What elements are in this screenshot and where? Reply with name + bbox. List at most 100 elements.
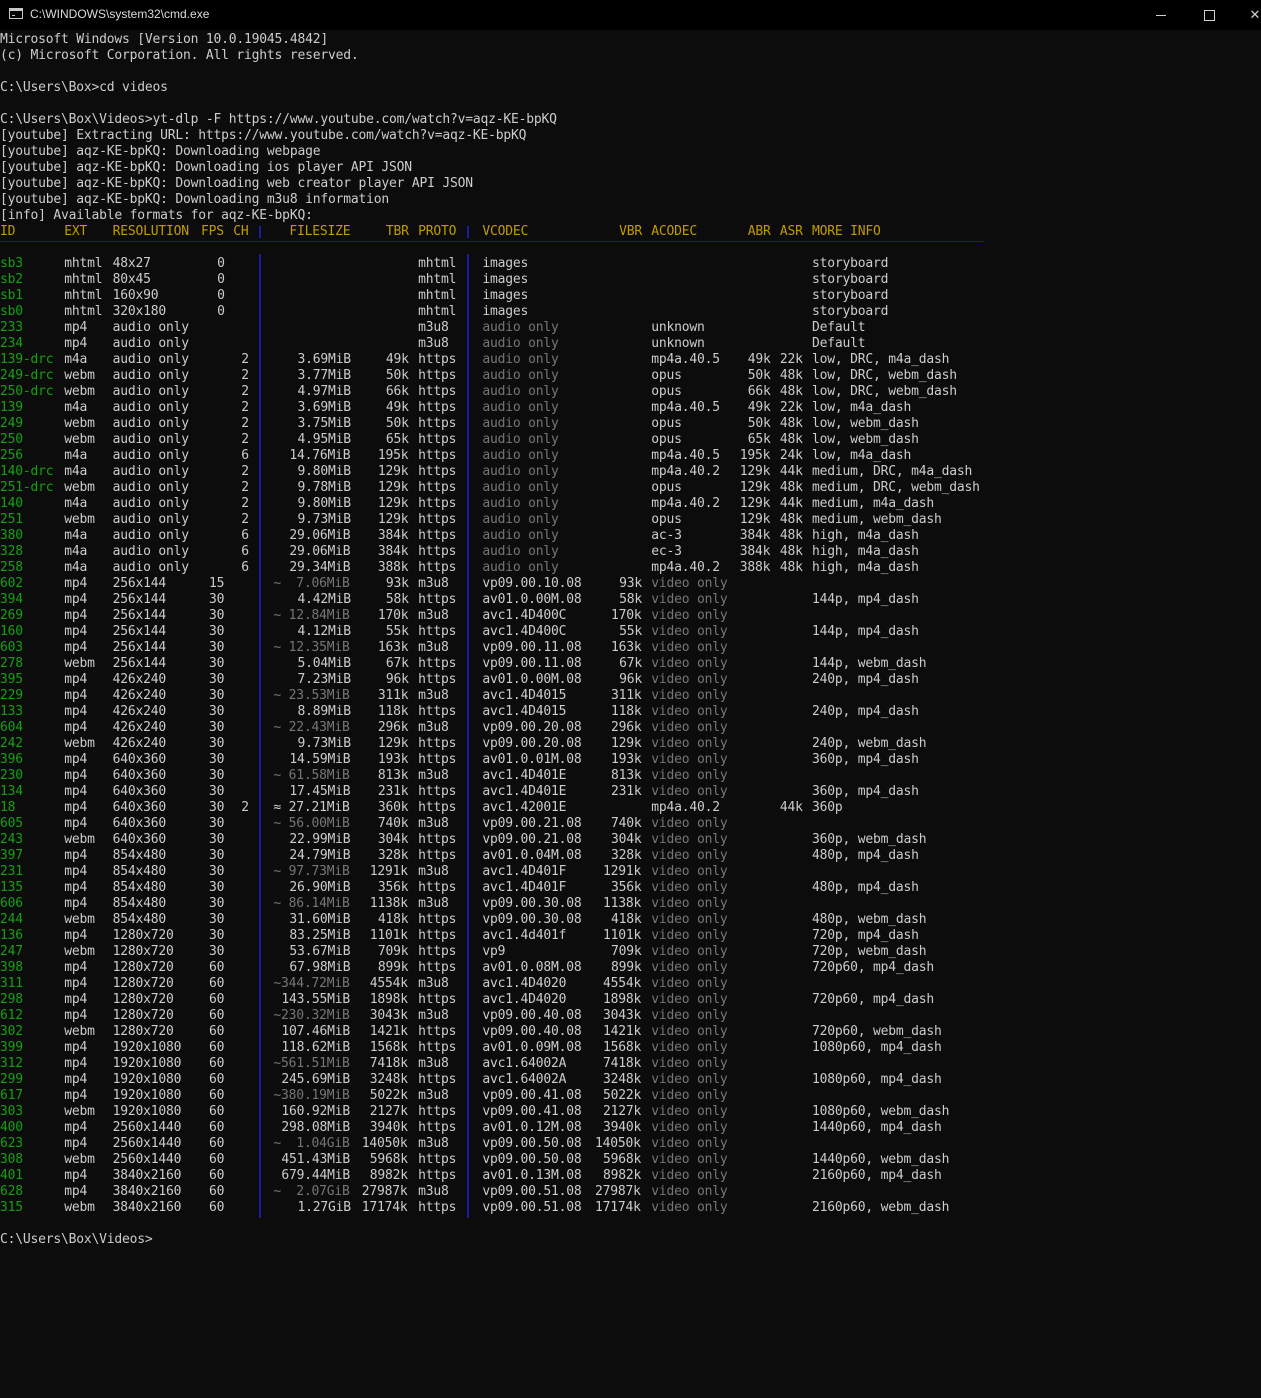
cell-id: 399 [0, 1040, 23, 1055]
cell-info: 1440p60, mp4_dash [812, 1120, 942, 1135]
console-line: C:\Users\Box\Videos>yt-dlp -F https://ww… [0, 112, 557, 127]
cell-res: audio only [112, 544, 189, 559]
cell-fps: 30 [209, 656, 225, 671]
cell-info: low, DRC, webm_dash [812, 384, 957, 399]
cell-proto: https [418, 560, 457, 575]
console-line: [youtube] Extracting URL: https://www.yo… [0, 128, 527, 143]
format-row: 308 webm 2560x1440 60 451.43MiB 5968k https vp0… [0, 1152, 1000, 1168]
cell-res: 256x144 [112, 608, 167, 623]
cell-info: 240p, mp4_dash [812, 672, 919, 687]
format-row: sb1 mhtml 160x90 0 mhtml images storyboard [0, 288, 1000, 304]
cell-info: 2160p60, webm_dash [812, 1200, 950, 1215]
cell-acodec: video only [651, 992, 728, 1007]
console-output[interactable]: Microsoft Windows [Version 10.0.19045.48… [0, 30, 1261, 1398]
format-row: 249-drc webm audio only 2 3.77MiB 50k https aud… [0, 368, 1000, 384]
cell-abr: 49k [747, 352, 771, 367]
cell-ext: mp4 [64, 672, 88, 687]
cell-res: 640x360 [112, 784, 167, 799]
cell-fps: 60 [209, 1104, 225, 1119]
cell-vbr: 328k [611, 848, 642, 863]
format-row: 251-drc webm audio only 2 9.78MiB 129k https au… [0, 480, 1000, 496]
cell-res: 426x240 [112, 736, 167, 751]
cell-id: 312 [0, 1056, 23, 1071]
cell-asr: 44k [779, 496, 803, 511]
cell-tbr: 418k [377, 912, 409, 927]
cell-id: sb0 [0, 304, 23, 319]
cell-proto: m3u8 [418, 640, 449, 655]
format-row: 233 mp4 audio only m3u8 audio only unknown Def… [0, 320, 1000, 336]
cell-id: 602 [0, 576, 23, 591]
cell-id: 398 [0, 960, 23, 975]
cell-fps: 60 [209, 1056, 225, 1071]
cell-vcodec: audio only [482, 528, 559, 543]
cell-res: 640x360 [112, 752, 167, 767]
cell-size: 4.97MiB [297, 384, 352, 399]
cell-vcodec: avc1.4D401E [482, 768, 567, 783]
format-row: 602 mp4 256x144 15 ~ 7.06MiB 93k m3u8 vp09.00.1… [0, 576, 1000, 592]
console-line: [youtube] aqz-KE-bpKQ: Downloading m3u8 … [0, 192, 389, 207]
cell-asr: 44k [779, 800, 803, 815]
cell-proto: https [418, 848, 457, 863]
cell-acodec: video only [651, 896, 728, 911]
cell-vcodec: vp09.00.10.08 [482, 576, 582, 591]
cell-id: 243 [0, 832, 23, 847]
cell-vcodec: audio only [482, 448, 559, 463]
cell-vcodec: audio only [482, 544, 559, 559]
cell-vcodec: vp09.00.40.08 [482, 1008, 582, 1023]
cell-acodec: video only [651, 608, 728, 623]
cell-ext: webm [64, 1104, 95, 1119]
cell-vbr: 96k [619, 672, 642, 687]
cell-acodec: mp4a.40.2 [651, 560, 720, 575]
cell-proto: https [418, 1120, 457, 1135]
cell-proto: m3u8 [418, 608, 449, 623]
format-row: 612 mp4 1280x720 60 ~230.32MiB 3043k m3u8 vp09.… [0, 1008, 1000, 1024]
cell-res: 1920x1080 [112, 1040, 182, 1055]
cell-ext: m4a [64, 400, 88, 415]
cell-proto: https [418, 464, 457, 479]
format-row: 250-drc webm audio only 2 4.97MiB 66k https aud… [0, 384, 1000, 400]
cell-id: 605 [0, 816, 23, 831]
cell-tbr: 328k [377, 848, 409, 863]
cell-id: 278 [0, 656, 23, 671]
minimize-button[interactable] [1138, 0, 1184, 30]
cell-proto: https [418, 800, 457, 815]
cell-info: 720p60, mp4_dash [812, 992, 935, 1007]
cell-vcodec: audio only [482, 384, 559, 399]
cell-vcodec: av01.0.01M.08 [482, 752, 582, 767]
cell-fps: 0 [217, 288, 225, 303]
cell-proto: https [418, 400, 457, 415]
cell-size: 83.25MiB [289, 928, 351, 943]
cell-tbr: 1898k [369, 992, 408, 1007]
cell-proto: https [418, 1104, 457, 1119]
cell-res: 320x180 [112, 304, 167, 319]
cell-res: audio only [112, 432, 189, 447]
cell-res: 854x480 [112, 848, 167, 863]
maximize-button[interactable] [1186, 0, 1232, 30]
column-header-vcodec: VCODEC [482, 224, 529, 239]
cell-ch: 2 [241, 800, 249, 815]
cell-fps: 30 [209, 816, 225, 831]
format-row: 140 m4a audio only 2 9.80MiB 129k https audio o… [0, 496, 1000, 512]
cell-size: 14.76MiB [289, 448, 351, 463]
cell-vbr: 55k [619, 624, 642, 639]
console-line: [youtube] aqz-KE-bpKQ: Downloading ios p… [0, 160, 412, 175]
cell-vbr: 418k [611, 912, 642, 927]
cell-ext: m4a [64, 448, 88, 463]
command-prompt[interactable]: C:\Users\Box\Videos> [0, 1232, 153, 1248]
cell-vcodec: audio only [482, 560, 559, 575]
cell-id: 256 [0, 448, 23, 463]
cell-vcodec: vp09.00.20.08 [482, 720, 582, 735]
cell-tbr: 1568k [369, 1040, 408, 1055]
cell-asr: 24k [779, 448, 803, 463]
cell-fps: 60 [209, 1152, 225, 1167]
cell-ext: mp4 [64, 592, 88, 607]
cell-proto: https [418, 672, 457, 687]
cell-acodec: mp4a.40.5 [651, 352, 720, 367]
cell-fps: 30 [209, 736, 225, 751]
cell-proto: https [418, 544, 457, 559]
close-button[interactable]: ✕ [1232, 0, 1261, 30]
cell-ext: m4a [64, 528, 88, 543]
cell-fps: 30 [209, 880, 225, 895]
cell-vcodec: avc1.4D401E [482, 784, 567, 799]
cell-acodec: video only [651, 1056, 728, 1071]
